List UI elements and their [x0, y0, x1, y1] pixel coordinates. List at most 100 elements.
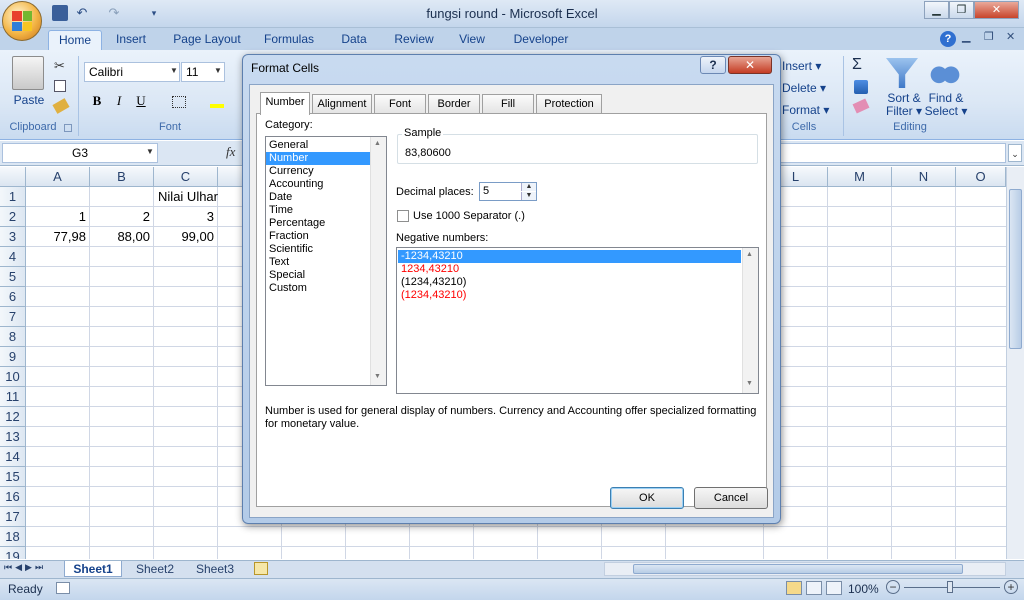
- column-header-c[interactable]: C: [154, 167, 218, 187]
- normal-view-icon[interactable]: [786, 581, 802, 595]
- row-header[interactable]: 19: [0, 547, 26, 559]
- tab-fill[interactable]: Fill: [482, 94, 534, 114]
- borders-icon[interactable]: [172, 96, 186, 108]
- select-all-corner[interactable]: [0, 167, 26, 187]
- row-header[interactable]: 13: [0, 427, 26, 447]
- decimal-places-spinner[interactable]: 5 ▲ ▼: [479, 182, 537, 201]
- ok-button[interactable]: OK: [610, 487, 684, 509]
- cell-c3[interactable]: 99,00: [154, 227, 218, 247]
- close-dialog-button[interactable]: ✕: [728, 56, 772, 74]
- cell-b2[interactable]: 2: [90, 207, 154, 227]
- tab-protection[interactable]: Protection: [536, 94, 602, 114]
- scrollbar-thumb[interactable]: [1009, 189, 1022, 349]
- help-button[interactable]: ?: [700, 56, 726, 74]
- font-name-combo[interactable]: Calibri: [84, 62, 180, 82]
- hscroll-thumb[interactable]: [633, 564, 963, 574]
- category-item[interactable]: Special: [266, 269, 370, 282]
- scroll-up-icon[interactable]: ▲: [374, 140, 381, 147]
- spin-down-icon[interactable]: ▼: [521, 192, 536, 200]
- zoom-level[interactable]: 100%: [848, 582, 879, 596]
- cell-a3[interactable]: 77,98: [26, 227, 90, 247]
- paste-button[interactable]: Paste: [10, 93, 48, 107]
- zoom-out-icon[interactable]: −: [886, 580, 900, 594]
- underline-icon[interactable]: U: [132, 93, 150, 111]
- row-header[interactable]: 5: [0, 267, 26, 287]
- category-item[interactable]: General: [266, 139, 370, 152]
- fill-icon[interactable]: [854, 80, 868, 94]
- tab-data[interactable]: Data: [330, 30, 378, 50]
- negative-format-item[interactable]: -1234,43210: [398, 250, 741, 263]
- sheet-tab-1[interactable]: Sheet1: [64, 561, 122, 577]
- column-header-m[interactable]: M: [828, 167, 892, 187]
- category-item[interactable]: Fraction: [266, 230, 370, 243]
- cancel-button[interactable]: Cancel: [694, 487, 768, 509]
- tab-developer[interactable]: Developer: [502, 30, 580, 50]
- row-header[interactable]: 18: [0, 527, 26, 547]
- tab-border[interactable]: Border: [428, 94, 480, 114]
- row-header[interactable]: 8: [0, 327, 26, 347]
- scroll-down-icon[interactable]: ▼: [746, 380, 753, 387]
- insert-sheet-icon[interactable]: [254, 562, 268, 575]
- tab-alignment[interactable]: Alignment: [312, 94, 372, 114]
- insert-cells-button[interactable]: Insert ▾: [782, 59, 842, 73]
- scroll-up-icon[interactable]: ▲: [746, 251, 753, 258]
- ribbon-minimize-icon[interactable]: ▁: [962, 30, 970, 43]
- tab-view[interactable]: View: [450, 30, 494, 50]
- tab-insert[interactable]: Insert: [106, 30, 156, 50]
- row-header[interactable]: 16: [0, 487, 26, 507]
- scroll-down-icon[interactable]: ▼: [374, 373, 381, 380]
- sort-filter-button[interactable]: Sort & Filter ▾: [884, 92, 924, 118]
- expand-formula-icon[interactable]: ⌄: [1008, 144, 1022, 162]
- binoculars-icon[interactable]: [930, 58, 960, 86]
- tab-formulas[interactable]: Formulas: [256, 30, 322, 50]
- tab-font[interactable]: Font: [374, 94, 426, 114]
- decimal-places-value[interactable]: 5: [483, 185, 489, 197]
- ribbon-restore-icon[interactable]: ❐: [984, 30, 994, 43]
- autosum-icon[interactable]: Σ: [852, 56, 862, 74]
- page-layout-view-icon[interactable]: [806, 581, 822, 595]
- category-item[interactable]: Accounting: [266, 178, 370, 191]
- italic-icon[interactable]: I: [110, 93, 128, 111]
- category-item[interactable]: Custom: [266, 282, 370, 295]
- maximize-button[interactable]: ❐: [949, 1, 974, 19]
- insert-function-icon[interactable]: fx: [226, 144, 235, 160]
- format-cells-button[interactable]: Format ▾: [782, 103, 842, 117]
- column-header-o[interactable]: O: [956, 167, 1006, 187]
- category-item[interactable]: Currency: [266, 165, 370, 178]
- category-list[interactable]: General Number Currency Accounting Date Time P…: [265, 136, 387, 386]
- chevron-down-icon[interactable]: ▼: [214, 66, 222, 75]
- tab-page-layout[interactable]: Page Layout: [166, 30, 248, 50]
- find-select-button[interactable]: Find & Select ▾: [924, 92, 968, 118]
- cell-c2[interactable]: 3: [154, 207, 218, 227]
- sheet-tab-2[interactable]: Sheet2: [126, 561, 184, 577]
- page-break-view-icon[interactable]: [826, 581, 842, 595]
- tab-home[interactable]: Home: [48, 30, 102, 50]
- workbook-close-icon[interactable]: ✕: [1006, 30, 1015, 43]
- cell-a2[interactable]: 1: [26, 207, 90, 227]
- zoom-slider-thumb[interactable]: [947, 581, 953, 593]
- spin-up-icon[interactable]: ▲: [521, 183, 536, 191]
- row-header[interactable]: 12: [0, 407, 26, 427]
- row-header[interactable]: 6: [0, 287, 26, 307]
- macro-record-icon[interactable]: [56, 582, 70, 594]
- name-box[interactable]: G3: [2, 143, 158, 163]
- tab-review[interactable]: Review: [386, 30, 442, 50]
- negative-numbers-list[interactable]: -1234,43210 1234,43210 (1234,43210) (1234,4…: [396, 247, 759, 394]
- chevron-down-icon[interactable]: ▼: [146, 147, 154, 156]
- column-header-a[interactable]: A: [26, 167, 90, 187]
- zoom-in-icon[interactable]: +: [1004, 580, 1018, 594]
- row-header[interactable]: 1: [0, 187, 26, 207]
- chevron-down-icon[interactable]: ▼: [170, 66, 178, 75]
- cell-b3[interactable]: 88,00: [90, 227, 154, 247]
- category-item[interactable]: Time: [266, 204, 370, 217]
- cell-title[interactable]: Nilai Ulhar: [26, 187, 218, 207]
- minimize-button[interactable]: ▁: [924, 1, 949, 19]
- row-header[interactable]: 15: [0, 467, 26, 487]
- column-header-b[interactable]: B: [90, 167, 154, 187]
- row-header[interactable]: 7: [0, 307, 26, 327]
- row-header[interactable]: 17: [0, 507, 26, 527]
- category-scrollbar[interactable]: ▲ ▼: [370, 137, 386, 385]
- negative-format-item[interactable]: 1234,43210: [398, 263, 741, 276]
- category-item[interactable]: Scientific: [266, 243, 370, 256]
- category-item[interactable]: Date: [266, 191, 370, 204]
